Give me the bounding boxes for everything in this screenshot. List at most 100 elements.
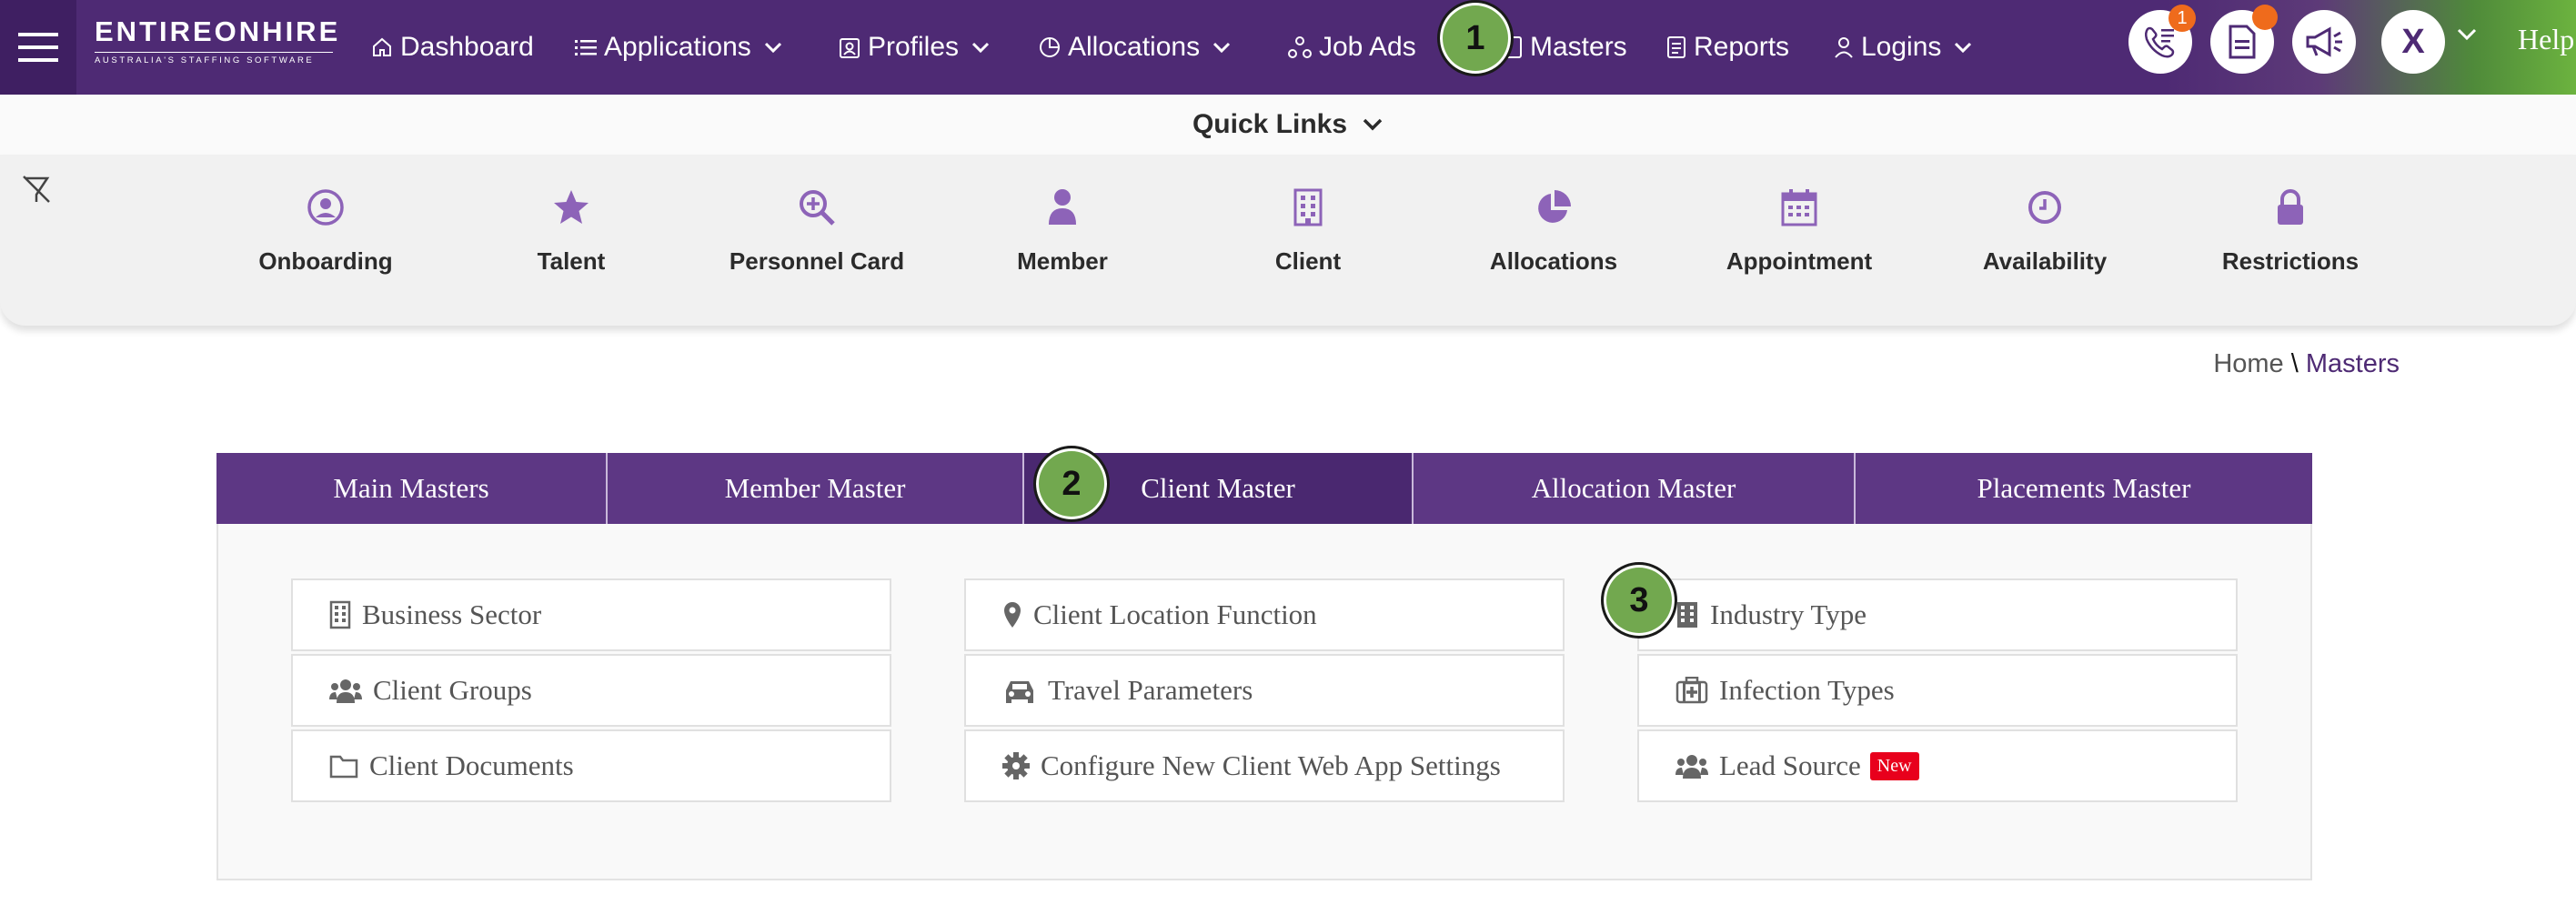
nav-job-ads[interactable]: Job Ads (1288, 0, 1416, 95)
network-icon (1288, 36, 1312, 58)
report-icon (1666, 35, 1686, 59)
menu-toggle-button[interactable] (0, 0, 76, 95)
travel-parameters-link[interactable]: Travel Parameters (964, 654, 1565, 727)
user-icon (1834, 36, 1854, 58)
nav-label: Reports (1694, 32, 1790, 62)
breadcrumb-home-link[interactable]: Home (2213, 349, 2283, 378)
gear-icon (1002, 752, 1030, 779)
unpin-icon[interactable] (20, 173, 53, 210)
quick-link-label: Talent (537, 247, 606, 275)
breadcrumb-current: Masters (2305, 349, 2400, 378)
step-marker-2: 2 (1033, 446, 1110, 522)
logo-text: ENTIREONHIRE (95, 15, 341, 47)
map-marker-icon (1002, 600, 1022, 629)
quick-link-label: Appointment (1726, 247, 1873, 275)
lead-source-link[interactable]: Lead Source New (1637, 729, 2238, 802)
car-icon (1002, 678, 1037, 703)
list-icon (575, 38, 597, 56)
nav-allocations[interactable]: Allocations (1039, 0, 1231, 95)
quick-link-label: Personnel Card (729, 247, 905, 275)
client-groups-link[interactable]: Client Groups (291, 654, 891, 727)
calendar-icon (1781, 186, 1817, 229)
chevron-down-icon (1954, 41, 1972, 54)
infection-types-link[interactable]: Infection Types (1637, 654, 2238, 727)
profile-icon (839, 35, 860, 59)
business-sector-link[interactable]: Business Sector (291, 578, 891, 651)
avatar-letter: X (2401, 22, 2425, 61)
nav-label: Profiles (868, 32, 960, 62)
quick-link-availability[interactable]: Availability (1936, 186, 2154, 276)
users-icon (1675, 753, 1708, 779)
announcements-button[interactable] (2292, 10, 2356, 74)
nav-profiles[interactable]: Profiles (839, 0, 990, 95)
nav-label: Logins (1861, 32, 1942, 62)
step-marker-3: 3 (1601, 562, 1677, 638)
nav-label: Dashboard (400, 32, 534, 62)
quick-link-onboarding[interactable]: Onboarding (216, 186, 435, 276)
user-avatar[interactable]: X (2381, 10, 2445, 74)
card-label: Industry Type (1710, 598, 1867, 630)
configure-client-web-app-link[interactable]: Configure New Client Web App Settings (964, 729, 1565, 802)
step-marker-1: 1 (1437, 0, 1514, 76)
pie-icon (1039, 36, 1061, 58)
industry-type-link[interactable]: Industry Type (1637, 578, 2238, 651)
building-icon (1293, 186, 1323, 229)
quick-link-restrictions[interactable]: Restrictions (2181, 186, 2400, 276)
chevron-down-icon[interactable] (2456, 27, 2478, 46)
industry-building-icon (1675, 600, 1699, 629)
card-label: Configure New Client Web App Settings (1041, 749, 1501, 781)
lock-icon (2275, 186, 2306, 229)
card-label: Client Documents (369, 749, 574, 781)
user-circle-icon (307, 186, 345, 229)
status-dot (2252, 5, 2278, 30)
file-text-icon (2229, 25, 2256, 59)
client-location-function-link[interactable]: Client Location Function (964, 578, 1565, 651)
building-icon (329, 600, 351, 629)
card-label: Business Sector (362, 598, 542, 630)
nav-masters[interactable]: Masters (1503, 0, 1627, 95)
top-navbar: ENTIREONHIRE AUSTRALIA'S STAFFING SOFTWA… (0, 0, 2576, 95)
nav-label: Allocations (1068, 32, 1201, 62)
quick-link-label: Onboarding (258, 247, 393, 275)
quick-link-member[interactable]: Member (953, 186, 1172, 276)
star-icon (552, 186, 590, 229)
chevron-down-icon (764, 41, 782, 54)
users-icon (329, 678, 362, 703)
chevron-down-icon (1362, 117, 1384, 132)
medkit-icon (1675, 677, 1708, 704)
card-label: Client Location Function (1033, 598, 1317, 630)
phone-notifications-button[interactable]: 1 (2128, 5, 2196, 74)
nav-logins[interactable]: Logins (1834, 0, 1972, 95)
quick-link-client[interactable]: Client (1199, 186, 1417, 276)
card-label: Infection Types (1719, 674, 1895, 706)
nav-reports[interactable]: Reports (1666, 0, 1789, 95)
quick-link-label: Availability (1982, 247, 2108, 275)
nav-dashboard[interactable]: Dashboard (371, 0, 534, 95)
logo-tagline: AUSTRALIA'S STAFFING SOFTWARE (95, 52, 333, 65)
help-link[interactable]: Help (2518, 0, 2574, 78)
quick-link-label: Restrictions (2221, 247, 2360, 275)
breadcrumb-separator: \ (2290, 349, 2299, 378)
quick-link-talent[interactable]: Talent (462, 186, 680, 276)
nav-applications[interactable]: Applications (575, 0, 782, 95)
tab-allocation-master[interactable]: Allocation Master (1414, 453, 1856, 524)
person-icon (1047, 186, 1078, 229)
home-icon (371, 36, 393, 58)
pie-chart-icon (1535, 186, 1573, 229)
quick-link-appointment[interactable]: Appointment (1690, 186, 1908, 276)
nav-label: Job Ads (1319, 32, 1416, 62)
brand-logo[interactable]: ENTIREONHIRE AUSTRALIA'S STAFFING SOFTWA… (95, 15, 341, 65)
quick-link-allocations[interactable]: Allocations (1444, 186, 1663, 276)
client-master-panel: Business Sector Client Groups Client Doc… (216, 524, 2312, 880)
quick-link-label: Allocations (1489, 247, 1618, 275)
tab-placements-master[interactable]: Placements Master (1856, 453, 2312, 524)
quick-links-toggle[interactable]: Quick Links (0, 95, 2576, 155)
masters-tabs: Main Masters Member Master Client Master… (216, 453, 2312, 524)
notification-badge: 1 (2168, 5, 2196, 32)
tab-main-masters[interactable]: Main Masters (216, 453, 608, 524)
tab-member-master[interactable]: Member Master (608, 453, 1024, 524)
new-badge: New (1869, 751, 1919, 780)
quick-link-personnel-card[interactable]: Personnel Card (708, 186, 926, 276)
documents-button[interactable] (2210, 5, 2278, 74)
client-documents-link[interactable]: Client Documents (291, 729, 891, 802)
